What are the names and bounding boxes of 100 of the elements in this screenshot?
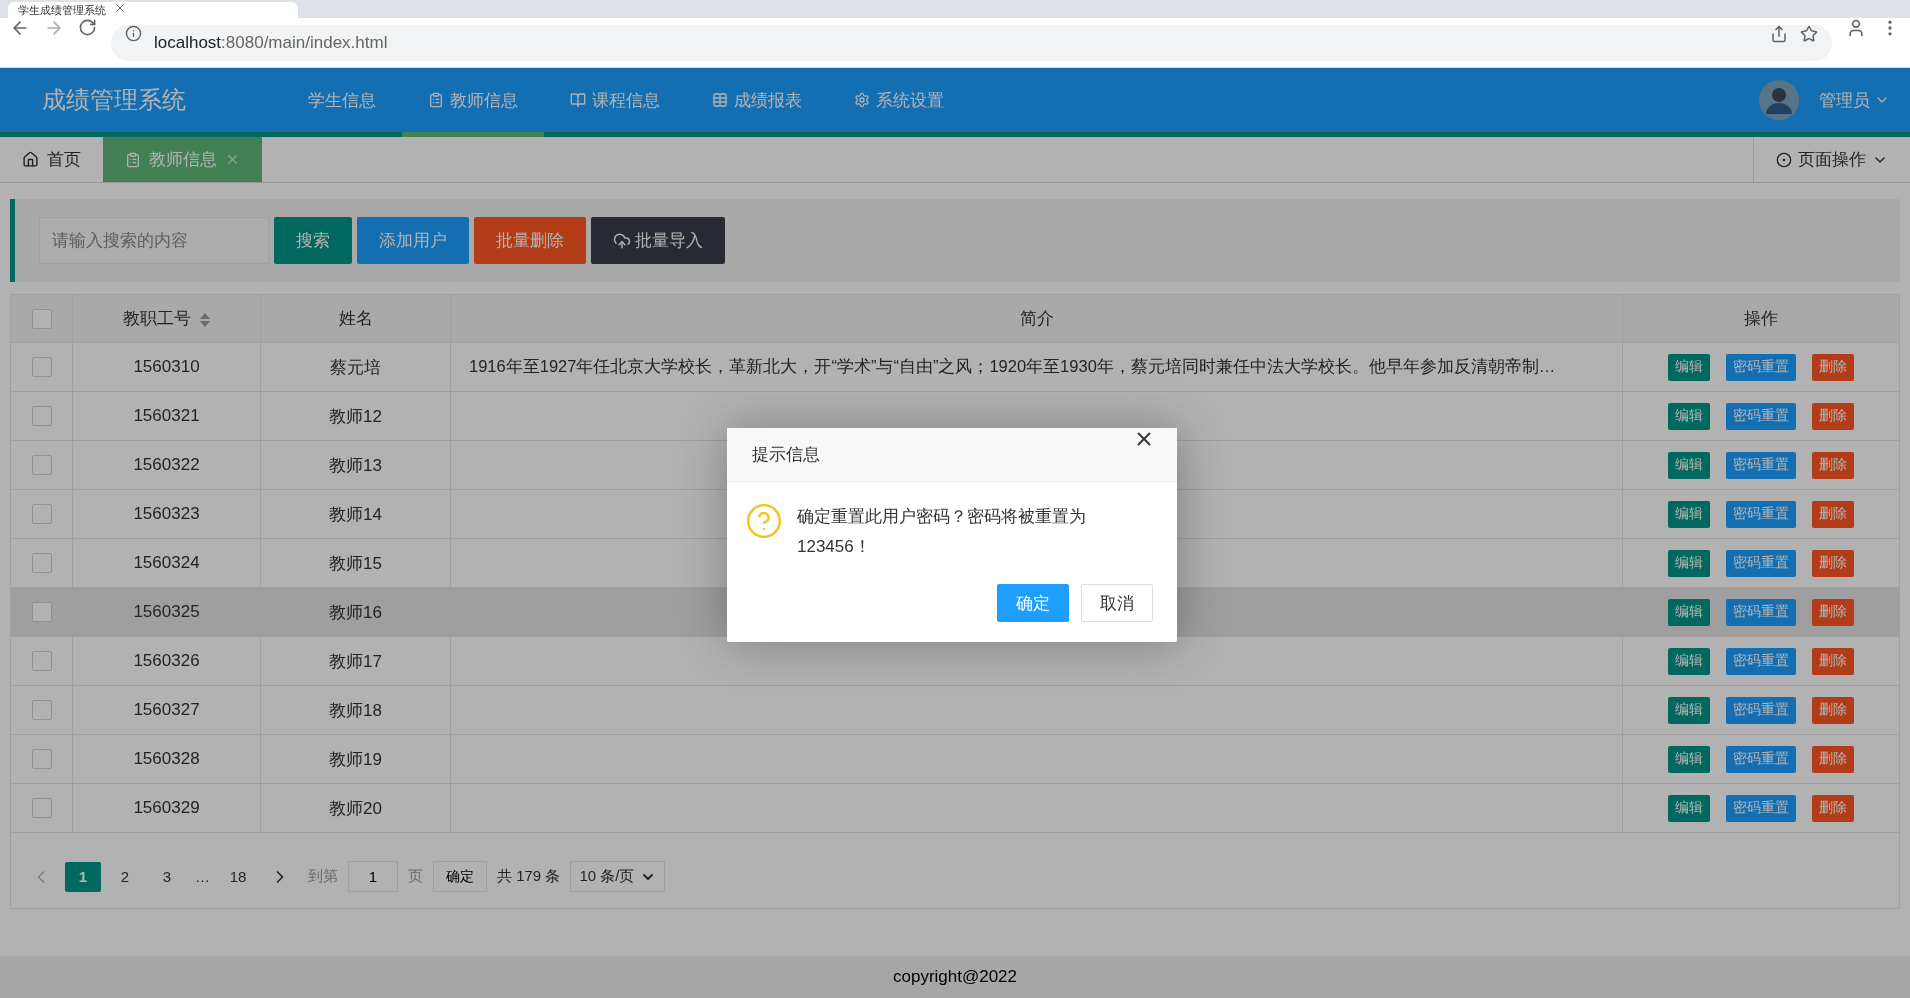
edit-button[interactable]: 编辑: [1668, 500, 1710, 528]
edit-button[interactable]: 编辑: [1668, 794, 1710, 822]
reset-password-button[interactable]: 密码重置: [1726, 353, 1796, 381]
reset-password-button[interactable]: 密码重置: [1726, 402, 1796, 430]
sort-icon[interactable]: [198, 311, 211, 328]
address-bar[interactable]: localhost:8080/main/index.html: [111, 24, 1832, 61]
ok-button[interactable]: 确定: [997, 584, 1069, 622]
page-button[interactable]: 1: [65, 861, 101, 892]
table-cell: 1560324: [133, 553, 200, 572]
reset-password-button[interactable]: 密码重置: [1726, 745, 1796, 773]
add-button[interactable]: 添加用户: [357, 217, 469, 264]
reset-password-button[interactable]: 密码重置: [1726, 549, 1796, 577]
home-icon: [22, 151, 39, 168]
search-button[interactable]: 搜索: [274, 217, 352, 264]
table-cell: 1560310: [133, 357, 200, 376]
checkbox[interactable]: [31, 700, 52, 721]
delete-button[interactable]: 批量删除: [474, 217, 586, 264]
delete-button[interactable]: 删除: [1812, 598, 1854, 626]
delete-button[interactable]: 删除: [1812, 794, 1854, 822]
checkbox[interactable]: [31, 553, 52, 574]
delete-button[interactable]: 删除: [1812, 451, 1854, 479]
table-cell: 教师14: [329, 504, 382, 524]
reset-password-button[interactable]: 密码重置: [1726, 451, 1796, 479]
edit-button[interactable]: 编辑: [1668, 745, 1710, 773]
checkbox[interactable]: [31, 651, 52, 672]
edit-button[interactable]: 编辑: [1668, 598, 1710, 626]
checkbox[interactable]: [31, 504, 52, 525]
nav-item[interactable]: 课程信息: [544, 68, 686, 137]
column-header: 姓名: [338, 309, 373, 328]
share-icon[interactable]: [1770, 24, 1788, 43]
page-input[interactable]: 1: [348, 861, 398, 892]
delete-button[interactable]: 删除: [1812, 696, 1854, 724]
table-cell: 教师18: [329, 700, 382, 720]
delete-button[interactable]: 删除: [1812, 549, 1854, 577]
checkbox[interactable]: [31, 798, 52, 819]
nav-item[interactable]: 系统设置: [828, 68, 970, 137]
page-actions-menu[interactable]: 页面操作: [1753, 137, 1910, 182]
delete-button[interactable]: 删除: [1812, 402, 1854, 430]
gear-icon: [854, 92, 870, 108]
delete-button[interactable]: 删除: [1812, 745, 1854, 773]
user-menu[interactable]: 管理员: [1819, 88, 1890, 112]
table-cell: 教师15: [329, 553, 382, 573]
page-button[interactable]: 18: [220, 861, 256, 892]
delete-button[interactable]: 删除: [1812, 500, 1854, 528]
edit-button[interactable]: 编辑: [1668, 549, 1710, 577]
profile-icon[interactable]: [1846, 18, 1866, 38]
cloud-upload-icon: [613, 231, 631, 250]
reset-password-button[interactable]: 密码重置: [1726, 647, 1796, 675]
table-cell: 教师17: [329, 651, 382, 671]
import-button[interactable]: 批量导入: [591, 217, 725, 264]
edit-button[interactable]: 编辑: [1668, 696, 1710, 724]
checkbox[interactable]: [31, 602, 52, 623]
browser-tab[interactable]: 学生成绩管理系统: [8, 2, 298, 18]
page-button[interactable]: 3: [149, 861, 185, 892]
edit-button[interactable]: 编辑: [1668, 647, 1710, 675]
app-logo: 成绩管理系统: [42, 85, 187, 115]
table-cell: 教师20: [329, 798, 382, 818]
page-button[interactable]: 2: [107, 861, 143, 892]
edit-button[interactable]: 编辑: [1668, 451, 1710, 479]
reset-password-button[interactable]: 密码重置: [1726, 696, 1796, 724]
edit-button[interactable]: 编辑: [1668, 402, 1710, 430]
table-cell: 1560321: [133, 406, 200, 425]
confirm-button[interactable]: 确定: [433, 861, 487, 892]
reset-password-button[interactable]: 密码重置: [1726, 794, 1796, 822]
table-cell: 1560328: [133, 749, 200, 768]
url-text: localhost:8080/main/index.html: [154, 32, 388, 53]
edit-button[interactable]: 编辑: [1668, 353, 1710, 381]
ellipsis: …: [194, 868, 211, 885]
checkbox[interactable]: [31, 308, 52, 329]
column-header: 操作: [1744, 309, 1778, 328]
reload-icon[interactable]: [78, 18, 97, 37]
page-tab[interactable]: 首页: [0, 137, 103, 182]
dialog-message: 确定重置此用户密码？密码将被重置为123456！: [797, 506, 1087, 558]
table-cell: 教师19: [329, 749, 382, 769]
checkbox[interactable]: [31, 455, 52, 476]
radio-icon: [1776, 151, 1792, 168]
reset-password-button[interactable]: 密码重置: [1726, 598, 1796, 626]
table-cell: 1560322: [133, 455, 200, 474]
column-header: 教职工号: [122, 309, 191, 328]
info-icon[interactable]: [125, 24, 142, 42]
reset-password-button[interactable]: 密码重置: [1726, 500, 1796, 528]
page-tab[interactable]: 教师信息: [103, 137, 262, 182]
checkbox[interactable]: [31, 357, 52, 378]
page-size-select[interactable]: 10 条/页: [570, 861, 666, 892]
delete-button[interactable]: 删除: [1812, 647, 1854, 675]
star-icon[interactable]: [1800, 24, 1818, 43]
page-unit: 页: [407, 867, 424, 886]
checkbox[interactable]: [31, 406, 52, 427]
search-field[interactable]: 请输入搜索的内容: [39, 217, 269, 264]
table-cell: 1560323: [133, 504, 200, 523]
checkbox[interactable]: [31, 749, 52, 770]
goto-label: 到第: [307, 867, 339, 886]
table-cell: 教师13: [329, 455, 382, 475]
question-icon: [745, 502, 783, 540]
table-cell: 1560327: [133, 700, 200, 719]
nav-item[interactable]: 成绩报表: [686, 68, 828, 137]
nav-item[interactable]: 学生信息: [282, 68, 402, 137]
delete-button[interactable]: 删除: [1812, 353, 1854, 381]
cancel-button[interactable]: 取消: [1081, 584, 1153, 622]
close-icon[interactable]: [114, 2, 126, 14]
